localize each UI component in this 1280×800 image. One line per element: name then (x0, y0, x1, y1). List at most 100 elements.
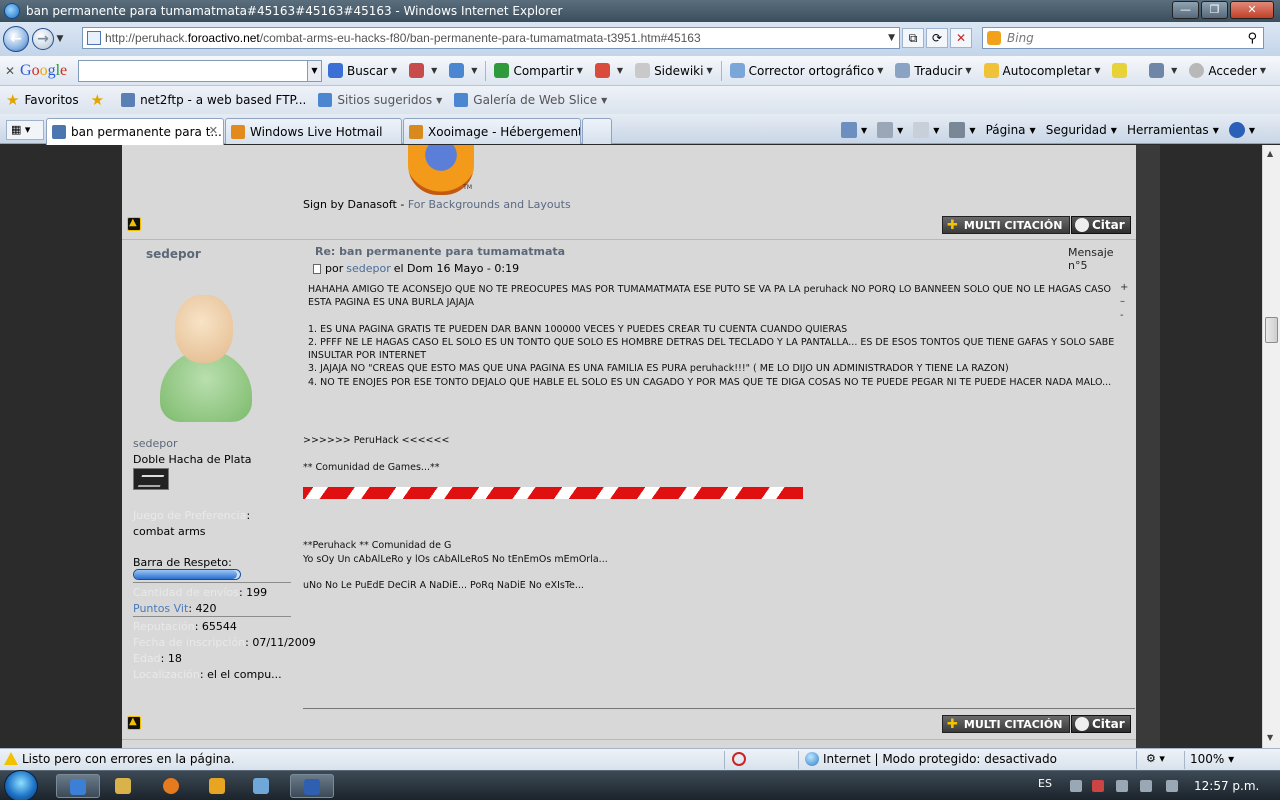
expand-plus-button[interactable]: + (1120, 282, 1128, 293)
close-tab-icon[interactable]: ✕ (209, 124, 218, 137)
close-button[interactable]: ✕ (1230, 1, 1274, 19)
favorite-item-galeria[interactable]: Galería de Web Slice ▼ (448, 93, 613, 107)
refresh-icon[interactable]: ⟳ (926, 28, 948, 48)
volume-icon[interactable] (1166, 780, 1178, 792)
signature-line: >>>>>> PeruHack <<<<<< (303, 435, 450, 446)
tab-ban-permanente[interactable]: ban permanente para t... ✕ (46, 118, 224, 145)
seguridad-menu[interactable]: Seguridad ▼ (1041, 123, 1122, 137)
zoom-level[interactable]: 100% ▾ (1190, 752, 1234, 766)
protected-mode-icon[interactable]: ⚙ ▾ (1146, 752, 1165, 765)
mail-button[interactable]: ▼ (908, 122, 944, 138)
google-add-button[interactable]: ▼ (443, 59, 483, 83)
home-button[interactable]: ▼ (836, 122, 872, 138)
start-button[interactable] (4, 770, 38, 800)
help-button[interactable]: ▼ (1224, 122, 1260, 138)
quick-tabs-button[interactable]: ▦ ▾ (6, 120, 44, 140)
go-top-button[interactable] (127, 716, 141, 730)
settings-button[interactable]: ▼ (1143, 59, 1183, 83)
tab-hotmail[interactable]: Windows Live Hotmail (225, 118, 402, 144)
popup-blocked-icon[interactable] (732, 752, 746, 766)
profile-reputation: Reputación: 65544 (133, 620, 237, 633)
favoritos-button[interactable]: ★ Favoritos (0, 91, 85, 109)
tray-error-icon[interactable] (1092, 780, 1104, 792)
scroll-down-arrow-icon[interactable]: ▼ (1267, 733, 1273, 742)
print-button[interactable]: ▼ (944, 122, 980, 138)
sidewiki-button[interactable]: Sidewiki ▼ (629, 59, 719, 83)
scrollbar-thumb[interactable] (1265, 317, 1278, 343)
clock[interactable]: 12:57 p.m. (1194, 779, 1259, 793)
tray-expand-icon[interactable] (1070, 780, 1082, 792)
google-search-dropdown[interactable]: ▼ (308, 59, 322, 82)
search-icon[interactable]: ⚲ (1247, 31, 1257, 46)
address-bar[interactable]: http://peruhack.foroactivo.net/combat-ar… (82, 27, 900, 49)
profile-preference: Juego de Preferencia: combat arms (133, 509, 251, 538)
multi-citacion-button[interactable]: ✚ MULTI CITACIÓN (942, 216, 1070, 234)
language-indicator[interactable]: ES (1038, 777, 1052, 790)
taskbar-ie[interactable] (56, 774, 100, 798)
stop-icon[interactable]: ✕ (950, 28, 972, 48)
toolbar-close-icon[interactable]: ✕ (0, 64, 20, 78)
xooimage-icon (409, 124, 423, 139)
google-search-input[interactable] (78, 59, 308, 82)
firefox-icon (163, 778, 179, 794)
status-text[interactable]: Listo pero con errores en la página. (22, 752, 235, 766)
multi-citacion-button[interactable]: ✚ MULTI CITACIÓN (942, 715, 1070, 733)
compat-view-icon[interactable]: ⧉ (902, 28, 924, 48)
add-favorite-button[interactable]: ★ (85, 91, 115, 109)
google-tools-button[interactable]: ▼ (403, 59, 443, 83)
new-tab-button[interactable] (582, 118, 612, 144)
feeds-button[interactable]: ▼ (872, 122, 908, 138)
vertical-scrollbar[interactable]: ▲ ▼ (1262, 145, 1280, 748)
history-dropdown-icon[interactable]: ▼ (54, 34, 66, 44)
tab-xooimage[interactable]: Xooimage - Hébergement ... (403, 118, 581, 144)
citar-button[interactable]: Citar (1071, 715, 1131, 733)
google-buscar-button[interactable]: Buscar ▼ (322, 59, 403, 83)
autofill-icon (983, 63, 999, 78)
acceder-button[interactable]: Acceder ▼ (1183, 59, 1272, 83)
taskbar-app[interactable] (240, 774, 284, 798)
minimize-button[interactable]: — (1172, 1, 1199, 19)
corrector-button[interactable]: Corrector ortográfico ▼ (724, 59, 890, 83)
popup-blocker-button[interactable]: ▼ (589, 59, 629, 83)
autocompletar-button[interactable]: Autocompletar ▼ (978, 59, 1107, 83)
scroll-up-arrow-icon[interactable]: ▲ (1267, 149, 1273, 158)
post-paragraph: HAHAHA AMIGO TE ACONSEJO QUE NO TE PREOC… (308, 284, 1112, 309)
pagina-menu[interactable]: Página ▼ (981, 123, 1041, 137)
herramientas-menu[interactable]: Herramientas ▼ (1122, 123, 1224, 137)
search-box[interactable]: Bing ⚲ (982, 27, 1264, 49)
ie-page-icon (454, 93, 469, 107)
profile-name[interactable]: sedepor (133, 437, 177, 450)
warning-icon[interactable] (4, 752, 18, 765)
quote-icon (1075, 717, 1089, 731)
post-username[interactable]: sedepor (146, 247, 201, 261)
address-row: ← → ▼ http://peruhack.foroactivo.net/com… (0, 22, 1280, 56)
taskbar-explorer[interactable] (102, 774, 146, 798)
taskbar-media[interactable] (196, 774, 240, 798)
search-placeholder: Bing (1007, 31, 1034, 45)
globe-icon (805, 752, 819, 766)
compartir-button[interactable]: Compartir ▼ (488, 59, 588, 83)
backgrounds-link[interactable]: For Backgrounds and Layouts (408, 198, 571, 211)
post-author-link[interactable]: sedepor (346, 262, 390, 275)
address-dropdown-icon[interactable]: ▼ (888, 33, 895, 43)
user-icon (1189, 63, 1205, 78)
post-title[interactable]: Re: ban permanente para tumamatmata (315, 245, 565, 258)
traducir-button[interactable]: Traducir ▼ (889, 59, 977, 83)
back-button[interactable]: ← (3, 26, 29, 52)
collapse-minus-button[interactable]: – (1120, 296, 1125, 307)
quote-icon (1075, 218, 1089, 232)
taskbar-firefox[interactable] (150, 774, 194, 798)
citar-button[interactable]: Citar (1071, 216, 1131, 234)
favorite-item-sitios[interactable]: Sitios sugeridos ▼ (312, 93, 448, 107)
reset-dash-button[interactable]: - (1120, 310, 1124, 321)
url-text[interactable]: http://peruhack.foroactivo.net/combat-ar… (105, 31, 701, 45)
taskbar-word[interactable] (290, 774, 334, 798)
forward-button[interactable]: → (32, 28, 54, 50)
security-zone[interactable]: Internet | Modo protegido: desactivado (805, 752, 1057, 766)
go-top-button[interactable] (127, 217, 141, 231)
maximize-button[interactable]: ❐ (1201, 1, 1228, 19)
highlight-button[interactable] (1106, 59, 1137, 83)
favorite-item-net2ftp[interactable]: net2ftp - a web based FTP... (115, 93, 312, 107)
wifi-icon[interactable] (1140, 780, 1152, 792)
tray-device-icon[interactable] (1116, 780, 1128, 792)
